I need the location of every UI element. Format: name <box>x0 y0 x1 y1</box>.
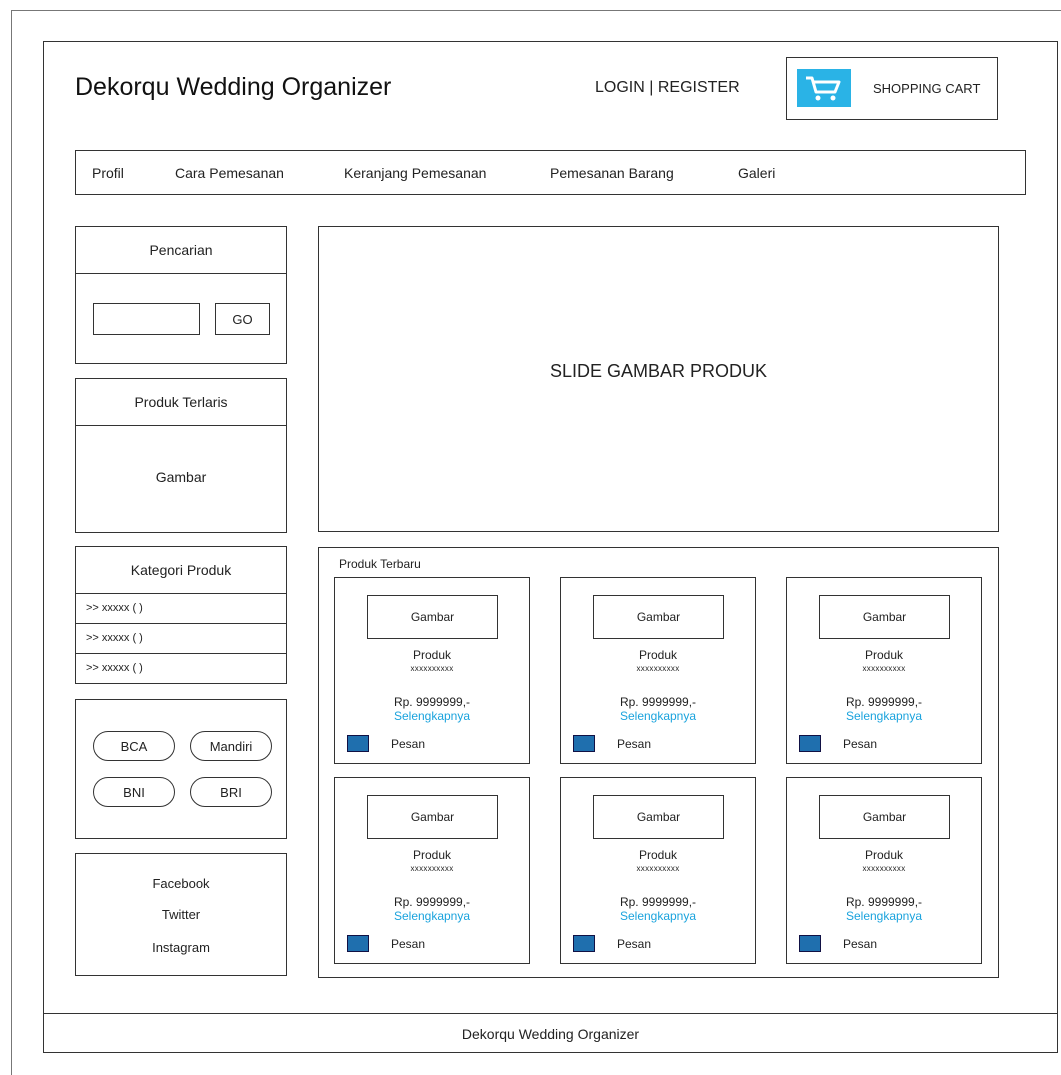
product-detail-link[interactable]: Selengkapnya <box>335 909 529 923</box>
product-name: Produk <box>412 848 452 862</box>
product-price: Rp. 9999999,- <box>393 895 471 909</box>
product-name: Produk <box>412 648 452 662</box>
product-price: Rp. 9999999,- <box>393 695 471 709</box>
product-detail-link[interactable]: Selengkapnya <box>335 709 529 723</box>
latest-products-title: Produk Terbaru <box>339 557 421 571</box>
product-image[interactable]: Gambar <box>593 795 724 839</box>
cart-icon[interactable] <box>347 735 369 752</box>
product-price: Rp. 9999999,- <box>619 895 697 909</box>
order-button[interactable]: Pesan <box>391 737 425 751</box>
product-code: xxxxxxxxxx <box>862 864 906 873</box>
product-detail-link[interactable]: Selengkapnya <box>561 709 755 723</box>
cart-icon[interactable] <box>573 735 595 752</box>
product-price: Rp. 9999999,- <box>845 895 923 909</box>
product-card: Gambar Produk xxxxxxxxxx Rp. 9999999,- S… <box>560 577 756 764</box>
search-panel: Pencarian GO <box>75 226 287 364</box>
cart-icon[interactable] <box>799 935 821 952</box>
instagram-link[interactable]: Instagram <box>76 940 286 955</box>
product-detail-link[interactable]: Selengkapnya <box>787 709 981 723</box>
twitter-link[interactable]: Twitter <box>76 907 286 922</box>
category-item[interactable]: >> xxxxx ( ) <box>76 593 286 623</box>
category-panel: Kategori Produk >> xxxxx ( ) >> xxxxx ( … <box>75 546 287 684</box>
product-slider[interactable]: SLIDE GAMBAR PRODUK <box>318 226 999 532</box>
product-image[interactable]: Gambar <box>367 795 498 839</box>
category-item[interactable]: >> xxxxx ( ) <box>76 623 286 653</box>
product-code: xxxxxxxxxx <box>862 664 906 673</box>
product-card: Gambar Produk xxxxxxxxxx Rp. 9999999,- S… <box>786 777 982 964</box>
product-price: Rp. 9999999,- <box>845 695 923 709</box>
shopping-cart-button[interactable]: SHOPPING CART <box>786 57 998 120</box>
nav-item-cara-pemesanan[interactable]: Cara Pemesanan <box>175 165 284 181</box>
category-title: Kategori Produk <box>130 562 232 578</box>
bank-bri-button[interactable]: BRI <box>190 777 272 807</box>
best-seller-title: Produk Terlaris <box>76 379 286 426</box>
go-button[interactable]: GO <box>215 303 270 335</box>
nav-item-profil[interactable]: Profil <box>92 165 124 181</box>
cart-icon[interactable] <box>799 735 821 752</box>
order-button[interactable]: Pesan <box>617 937 651 951</box>
product-card: Gambar Produk xxxxxxxxxx Rp. 9999999,- S… <box>334 577 530 764</box>
order-button[interactable]: Pesan <box>843 737 877 751</box>
product-code: xxxxxxxxxx <box>410 664 454 673</box>
shopping-cart-label: SHOPPING CART <box>873 81 981 96</box>
nav-item-keranjang-pemesanan[interactable]: Keranjang Pemesanan <box>344 165 486 181</box>
bank-bca-button[interactable]: BCA <box>93 731 175 761</box>
product-price: Rp. 9999999,- <box>619 695 697 709</box>
product-image[interactable]: Gambar <box>819 795 950 839</box>
product-name: Produk <box>638 848 678 862</box>
latest-products-panel: Produk Terbaru Gambar Produk xxxxxxxxxx … <box>318 547 999 978</box>
product-code: xxxxxxxxxx <box>636 864 680 873</box>
product-code: xxxxxxxxxx <box>636 664 680 673</box>
shopping-cart-icon <box>797 69 851 107</box>
search-panel-title: Pencarian <box>76 227 286 274</box>
order-button[interactable]: Pesan <box>391 937 425 951</box>
order-button[interactable]: Pesan <box>843 937 877 951</box>
login-register-link[interactable]: LOGIN | REGISTER <box>595 79 740 97</box>
bank-panel: BCA Mandiri BNI BRI <box>75 699 287 839</box>
social-panel: Facebook Twitter Instagram <box>75 853 287 976</box>
best-seller-panel: Produk Terlaris Gambar <box>75 378 287 533</box>
category-item[interactable]: >> xxxxx ( ) <box>76 653 286 683</box>
product-detail-link[interactable]: Selengkapnya <box>787 909 981 923</box>
product-detail-link[interactable]: Selengkapnya <box>561 909 755 923</box>
product-card: Gambar Produk xxxxxxxxxx Rp. 9999999,- S… <box>786 577 982 764</box>
product-image[interactable]: Gambar <box>367 595 498 639</box>
main-nav: Profil Cara Pemesanan Keranjang Pemesana… <box>75 150 1026 195</box>
search-input[interactable] <box>93 303 200 335</box>
product-card: Gambar Produk xxxxxxxxxx Rp. 9999999,- S… <box>334 777 530 964</box>
product-code: xxxxxxxxxx <box>410 864 454 873</box>
product-name: Produk <box>864 848 904 862</box>
bank-mandiri-button[interactable]: Mandiri <box>190 731 272 761</box>
product-image[interactable]: Gambar <box>819 595 950 639</box>
product-name: Produk <box>638 648 678 662</box>
best-seller-image[interactable]: Gambar <box>76 469 286 485</box>
order-button[interactable]: Pesan <box>617 737 651 751</box>
cart-icon[interactable] <box>573 935 595 952</box>
product-image[interactable]: Gambar <box>593 595 724 639</box>
footer: Dekorqu Wedding Organizer <box>43 1013 1058 1053</box>
nav-item-galeri[interactable]: Galeri <box>738 165 775 181</box>
facebook-link[interactable]: Facebook <box>76 876 286 891</box>
footer-text: Dekorqu Wedding Organizer <box>461 1025 640 1042</box>
cart-icon[interactable] <box>347 935 369 952</box>
site-title: Dekorqu Wedding Organizer <box>75 73 392 101</box>
bank-bni-button[interactable]: BNI <box>93 777 175 807</box>
product-card: Gambar Produk xxxxxxxxxx Rp. 9999999,- S… <box>560 777 756 964</box>
product-name: Produk <box>864 648 904 662</box>
slider-label: SLIDE GAMBAR PRODUK <box>549 360 768 381</box>
nav-item-pemesanan-barang[interactable]: Pemesanan Barang <box>550 165 674 181</box>
